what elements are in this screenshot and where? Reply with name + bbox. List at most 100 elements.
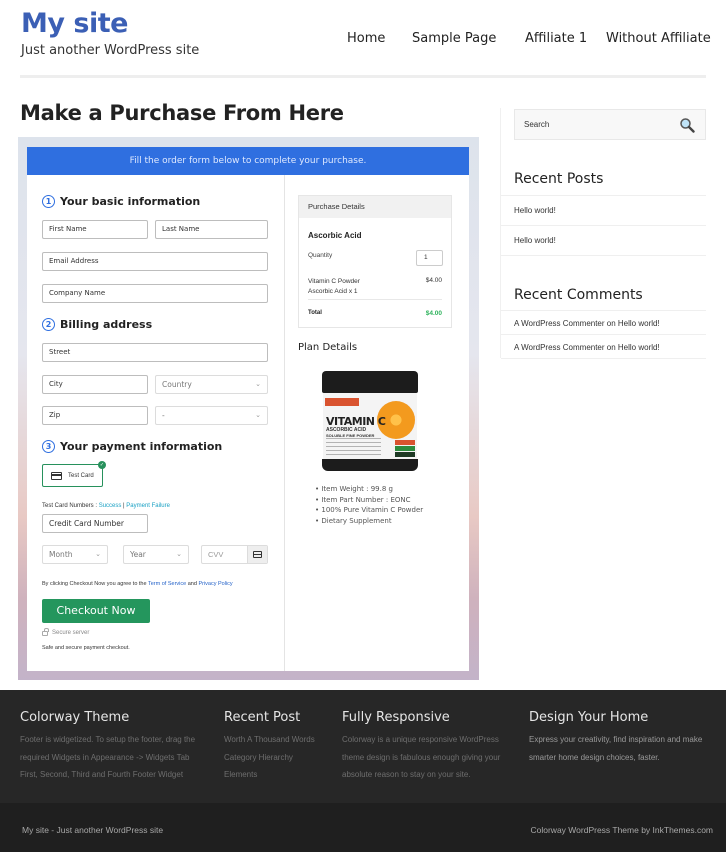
section-payment: 3 Your payment information [42,440,222,453]
page-title: Make a Purchase From Here [20,101,344,125]
chevron-down-icon: ⌄ [255,411,261,419]
recent-comment-link[interactable]: A WordPress Commenter on Hello world! [514,343,660,352]
recent-post-link[interactable]: Hello world! [514,206,556,215]
total-label: Total [308,310,322,316]
brand-logo [325,398,359,406]
main-nav: Home Sample Page Affiliate 1 Without Aff… [0,31,726,51]
credit-card-icon [51,471,62,480]
section-title: Billing address [60,318,153,331]
divider [501,358,706,359]
divider [501,334,706,335]
terms-of-service-link[interactable]: Term of Service [148,581,186,587]
month-select-value: Month [49,550,73,559]
safe-checkout-note: Safe and secure payment checkout. [42,645,130,651]
nav-item-home[interactable]: Home [347,31,385,46]
divider [308,299,442,300]
footer-column-design-your-home: Design Your Home Express your creativity… [529,710,702,766]
success-link[interactable]: Success [99,503,122,509]
order-form-banner: Fill the order form below to complete yo… [27,147,469,175]
search-input[interactable]: Search [514,109,706,140]
purchase-details-box: Purchase Details Ascorbic Acid Quantity … [298,195,452,328]
secure-server-label: Secure server [52,629,90,636]
recent-comment-link[interactable]: A WordPress Commenter on Hello world! [514,319,660,328]
quantity-label: Quantity [308,252,333,259]
footer-text: theme design is fabulous enough giving y… [342,752,501,762]
divider [501,225,706,226]
chevron-down-icon: ⌄ [95,550,101,558]
footer-column-title: Recent Post [224,710,301,725]
footer-theme-credit[interactable]: Colorway WordPress Theme by InkThemes.co… [531,825,714,835]
cvv-input[interactable]: CVV [201,545,268,564]
payment-method-test-card[interactable]: Test Card ✓ [42,461,106,487]
privacy-policy-link[interactable]: Privacy Policy [198,581,232,587]
payment-failure-link[interactable]: Payment Failure [126,503,170,509]
test-card-numbers: Test Card Numbers : Success | Payment Fa… [42,503,170,509]
footer-text: Express your creativity, find inspiratio… [529,735,703,744]
label-tag [395,452,415,457]
nav-item-affiliate-1[interactable]: Affiliate 1 [525,31,587,46]
line-item-price: $4.00 [425,277,442,284]
jar-base [322,459,418,471]
header-divider [20,75,706,78]
footer-column-title: Fully Responsive [342,710,450,725]
footer-column-title: Design Your Home [529,710,649,725]
country-select-value: Country [162,380,192,389]
agreement-and: and [186,581,199,587]
year-select[interactable]: Year ⌄ [123,545,189,564]
quantity-input[interactable]: 1 [416,250,443,266]
check-icon: ✓ [98,461,106,469]
zip-input[interactable]: Zip [42,406,148,425]
month-select[interactable]: Month ⌄ [42,545,108,564]
jar-label: VITAMIN C ASCORBIC ACID SOLUBLE FINE POW… [323,393,417,461]
footer-link[interactable]: Worth A Thousand Words [224,731,315,749]
payment-method-label: Test Card [68,472,94,479]
footer-column-recent-post: Recent Post Worth A Thousand Words Categ… [224,710,315,784]
cvv-placeholder: CVV [208,550,224,559]
checkout-now-button[interactable]: Checkout Now [42,599,150,623]
footer-link[interactable]: Category Hierarchy [224,749,315,767]
company-input[interactable]: Company Name [42,284,268,303]
recent-posts-heading: Recent Posts [514,171,604,187]
footer-link[interactable]: Elements [224,766,315,784]
footer-widgets: Colorway Theme Footer is widgetized. To … [0,690,726,803]
product-image: VITAMIN C ASCORBIC ACID SOLUBLE FINE POW… [322,371,418,471]
agreement-text: By clicking Checkout Now you agree to th… [42,581,233,587]
year-select-value: Year [130,550,146,559]
footer-column-colorway-theme: Colorway Theme Footer is widgetized. To … [20,710,195,784]
recent-comments-heading: Recent Comments [514,287,643,303]
sidebar-border [500,108,501,358]
product-name: Ascorbic Acid [308,231,362,240]
step-number-icon: 2 [42,318,55,331]
first-name-input[interactable]: First Name [42,220,148,239]
state-select[interactable]: - ⌄ [155,406,268,425]
search-icon[interactable] [679,117,695,133]
lock-icon [42,628,49,636]
email-input[interactable]: Email Address [42,252,268,271]
step-number-icon: 1 [42,195,55,208]
footer-bottom-bar: My site - Just another WordPress site Co… [0,803,726,852]
plan-features-list: Item Weight : 99.8 g Item Part Number : … [315,484,423,526]
divider [501,195,706,196]
recent-post-link[interactable]: Hello world! [514,236,556,245]
section-title: Your basic information [60,195,201,208]
line-item-detail: Ascorbic Acid x 1 [308,287,358,295]
label-tag [395,440,415,445]
card-number-input[interactable]: Credit Card Number [42,514,148,533]
credit-card-icon [247,546,267,563]
city-input[interactable]: City [42,375,148,394]
section-billing: 2 Billing address [42,318,152,331]
divider [501,310,706,311]
street-input[interactable]: Street [42,343,268,362]
step-number-icon: 3 [42,440,55,453]
total-amount: $4.00 [425,310,442,317]
line-item: Vitamin C Powder Ascorbic Acid x 1 [308,277,360,296]
nav-item-sample-page[interactable]: Sample Page [412,31,496,46]
nav-item-without-affiliate[interactable]: Without Affiliate [606,31,711,46]
country-select[interactable]: Country ⌄ [155,375,268,394]
test-card-numbers-label: Test Card Numbers : [42,503,99,509]
plan-feature: Item Part Number : EONC [315,495,423,506]
section-title: Your payment information [60,440,223,453]
jar-lid [322,371,418,393]
last-name-input[interactable]: Last Name [155,220,268,239]
column-divider [284,175,285,671]
